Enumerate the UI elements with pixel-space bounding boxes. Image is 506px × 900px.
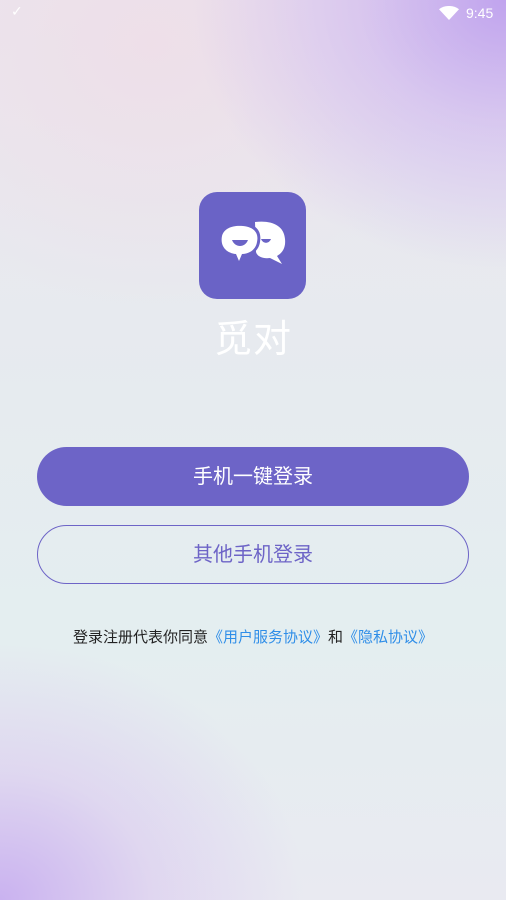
- check-icon: ✓: [11, 4, 23, 20]
- status-time: 9:45: [466, 5, 494, 21]
- agreement-prefix: 登录注册代表你同意: [72, 628, 208, 646]
- wifi-icon: [439, 6, 459, 20]
- app-icon: [199, 192, 306, 299]
- privacy-agreement-link[interactable]: 《隐私协议》: [343, 628, 433, 646]
- agreement-conjunction: 和: [328, 628, 344, 646]
- chat-bubbles-icon: [218, 221, 286, 265]
- user-agreement-link[interactable]: 《用户服务协议》: [208, 628, 328, 646]
- status-bar: ✓ 9:45: [0, 0, 506, 28]
- one-click-login-button[interactable]: 手机一键登录: [37, 447, 469, 506]
- agreement-text: 登录注册代表你同意《用户服务协议》和《隐私协议》: [0, 626, 506, 648]
- app-name: 觅对: [213, 317, 292, 361]
- other-phone-login-button[interactable]: 其他手机登录: [37, 525, 469, 584]
